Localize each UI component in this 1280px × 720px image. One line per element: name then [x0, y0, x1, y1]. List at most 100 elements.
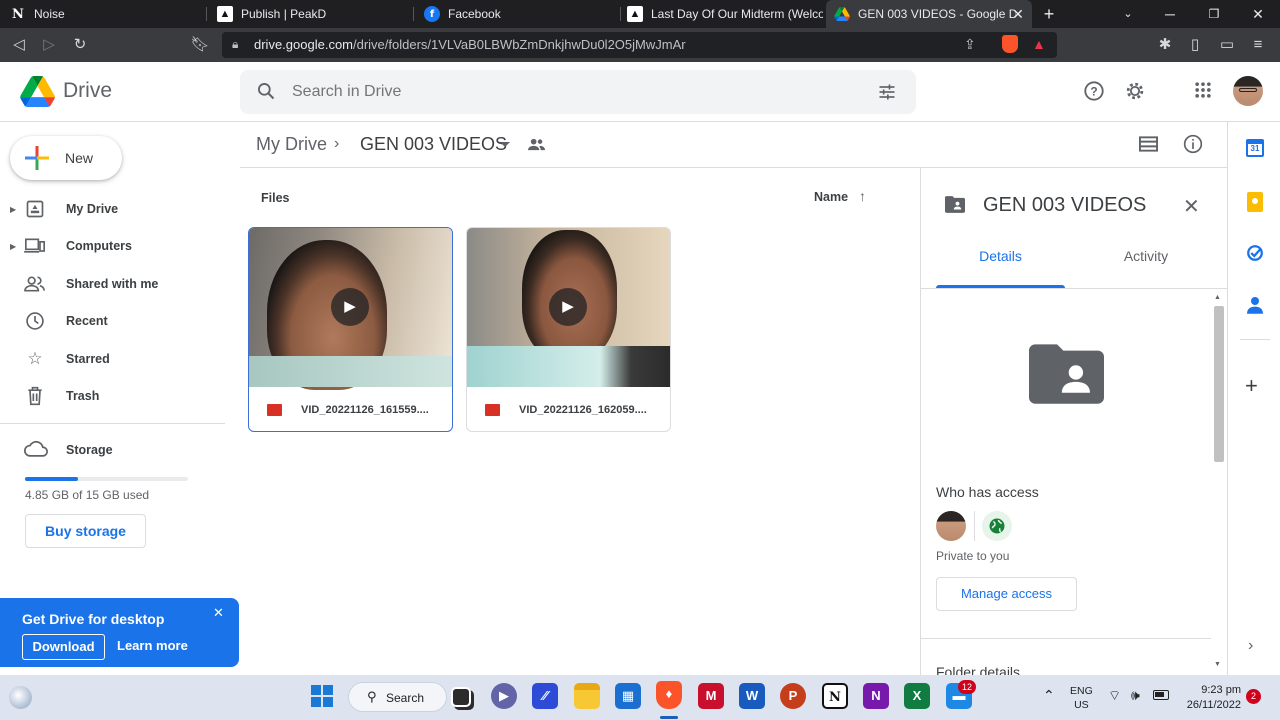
scroll-up-icon[interactable]: ▲: [1214, 294, 1221, 301]
microsoft-store-icon[interactable]: ▦: [615, 683, 641, 709]
sidebar-item-trash[interactable]: Trash: [0, 380, 225, 412]
expand-arrow-icon[interactable]: ▶: [10, 205, 16, 214]
brave-rewards-icon[interactable]: ▲: [1032, 36, 1046, 52]
download-button[interactable]: Download: [22, 634, 105, 660]
chevron-down-icon[interactable]: ⌄: [1119, 5, 1137, 23]
tab-activity[interactable]: Activity: [1081, 248, 1211, 288]
bookmark-icon[interactable]: 🔖︎: [190, 35, 210, 55]
drive-logo-icon[interactable]: [20, 76, 55, 107]
clock[interactable]: 9:23 pm 26/11/2022: [1183, 683, 1241, 713]
forward-icon[interactable]: ▷: [39, 35, 59, 55]
scroll-down-icon[interactable]: ▼: [1214, 661, 1221, 668]
notion-app-icon[interactable]: N: [822, 683, 848, 709]
mcafee-icon[interactable]: M: [698, 683, 724, 709]
browser-tab[interactable]: ▲ Publish | PeakD: [207, 0, 412, 28]
show-hidden-icons-chevron-icon[interactable]: ⌃: [1043, 687, 1055, 704]
browser-tab[interactable]: ▲ Last Day Of Our Midterm (Welcome: [617, 0, 823, 28]
sidebar-item-storage[interactable]: Storage: [0, 434, 225, 466]
video-thumbnail[interactable]: ▶: [249, 228, 452, 390]
file-card[interactable]: ▶ VID_20221126_161559....: [248, 227, 453, 432]
contacts-icon[interactable]: [1247, 296, 1263, 314]
settings-gear-icon[interactable]: [1123, 80, 1147, 104]
show-side-panel-chevron-icon[interactable]: ›: [1248, 637, 1253, 655]
get-addons-plus-icon[interactable]: +: [1245, 375, 1258, 397]
wifi-icon[interactable]: ⌔: [1108, 687, 1121, 705]
manage-access-button[interactable]: Manage access: [936, 577, 1077, 611]
scrollbar[interactable]: ▲ ▼: [1211, 290, 1227, 675]
expand-arrow-icon[interactable]: ▶: [10, 242, 16, 251]
list-view-icon[interactable]: [1139, 136, 1159, 154]
notification-center-badge[interactable]: 2: [1246, 689, 1261, 704]
sidebar-item-computers[interactable]: ▶ Computers: [0, 230, 225, 262]
close-tab-icon[interactable]: ✕: [1009, 5, 1027, 23]
owner-avatar[interactable]: [936, 511, 966, 541]
breadcrumb-current-folder[interactable]: GEN 003 VIDEOS: [360, 134, 507, 155]
taskbar-search-box[interactable]: ⚲ Search: [348, 682, 447, 712]
task-view-icon[interactable]: [451, 687, 471, 707]
video-thumbnail[interactable]: ▶: [467, 228, 670, 387]
sidebar-item-my-drive[interactable]: ▶ My Drive: [0, 193, 225, 225]
link-access-globe-icon[interactable]: [982, 511, 1012, 541]
apps-grid-icon[interactable]: [1191, 80, 1215, 104]
weather-widget-icon[interactable]: [9, 686, 32, 709]
tasks-icon[interactable]: [1246, 244, 1264, 262]
sidebar-item-shared-with-me[interactable]: Shared with me: [0, 268, 225, 300]
close-panel-icon[interactable]: ✕: [1183, 194, 1200, 219]
pen-app-icon[interactable]: ⁄⁄: [532, 683, 558, 709]
file-explorer-icon[interactable]: [574, 683, 600, 709]
search-options-icon[interactable]: [877, 82, 899, 102]
sidebar-toggle-icon[interactable]: ▯: [1185, 35, 1205, 55]
close-promo-icon[interactable]: ✕: [213, 605, 224, 621]
battery-icon[interactable]: [1153, 690, 1169, 700]
language-indicator[interactable]: ENG US: [1070, 684, 1093, 712]
play-icon[interactable]: ▶: [331, 288, 369, 326]
minimize-icon[interactable]: ─: [1161, 5, 1179, 23]
word-icon[interactable]: W: [739, 683, 765, 709]
search-input[interactable]: [292, 80, 852, 104]
extensions-icon[interactable]: ✱: [1155, 35, 1175, 55]
wallet-icon[interactable]: ▭: [1217, 35, 1237, 55]
keep-icon[interactable]: [1247, 192, 1263, 212]
learn-more-link[interactable]: Learn more: [117, 638, 188, 653]
onenote-icon[interactable]: N: [863, 683, 889, 709]
new-button[interactable]: New: [10, 136, 122, 180]
excel-icon[interactable]: X: [904, 683, 930, 709]
browser-tab[interactable]: N Noise: [0, 0, 205, 28]
powerpoint-icon[interactable]: P: [780, 683, 806, 709]
dropdown-arrow-icon[interactable]: [500, 142, 510, 147]
share-icon[interactable]: ⇪: [964, 36, 976, 53]
address-bar[interactable]: 🔒︎ drive.google.com/drive/folders/1VLVaB…: [222, 32, 1057, 58]
brave-browser-icon[interactable]: ♦: [656, 681, 682, 709]
info-icon[interactable]: [1183, 134, 1205, 156]
help-icon[interactable]: ?: [1082, 80, 1106, 104]
browser-tab-active[interactable]: GEN 003 VIDEOS - Google Dri: [826, 0, 1032, 28]
search-bar[interactable]: [240, 70, 916, 114]
avatar[interactable]: [1233, 76, 1263, 106]
url-text[interactable]: drive.google.com/drive/folders/1VLVaB0LB…: [254, 37, 686, 52]
browser-tab[interactable]: f Facebook: [414, 0, 619, 28]
volume-icon[interactable]: 🕪︎: [1131, 687, 1140, 704]
file-card[interactable]: ▶ VID_20221126_162059....: [466, 227, 671, 432]
menu-icon[interactable]: ≡: [1248, 35, 1268, 55]
lang-code: ENG: [1070, 685, 1093, 697]
close-window-icon[interactable]: ✕: [1249, 5, 1267, 23]
buy-storage-button[interactable]: Buy storage: [25, 514, 146, 548]
tab-details[interactable]: Details: [936, 248, 1065, 288]
calendar-icon[interactable]: 31: [1246, 139, 1264, 157]
windows-start-icon[interactable]: [311, 685, 335, 709]
files-section-label: Files: [261, 191, 290, 205]
brave-shields-icon[interactable]: [1002, 35, 1018, 53]
sidebar-item-recent[interactable]: Recent: [0, 305, 225, 337]
breadcrumb-my-drive[interactable]: My Drive: [256, 134, 327, 155]
sidebar-item-starred[interactable]: ☆ Starred: [0, 343, 225, 375]
play-icon[interactable]: ▶: [549, 288, 587, 326]
sort-ascending-arrow-icon[interactable]: ↑: [859, 188, 866, 204]
search-icon[interactable]: [256, 81, 278, 103]
sort-by-name-button[interactable]: Name: [814, 190, 848, 204]
reload-icon[interactable]: ↻: [70, 35, 90, 55]
teams-chat-icon[interactable]: ▶: [491, 683, 517, 709]
scrollbar-thumb[interactable]: [1214, 306, 1224, 462]
restore-icon[interactable]: ❐: [1205, 5, 1223, 23]
back-icon[interactable]: ◁: [9, 35, 29, 55]
new-tab-icon[interactable]: +: [1040, 5, 1058, 23]
